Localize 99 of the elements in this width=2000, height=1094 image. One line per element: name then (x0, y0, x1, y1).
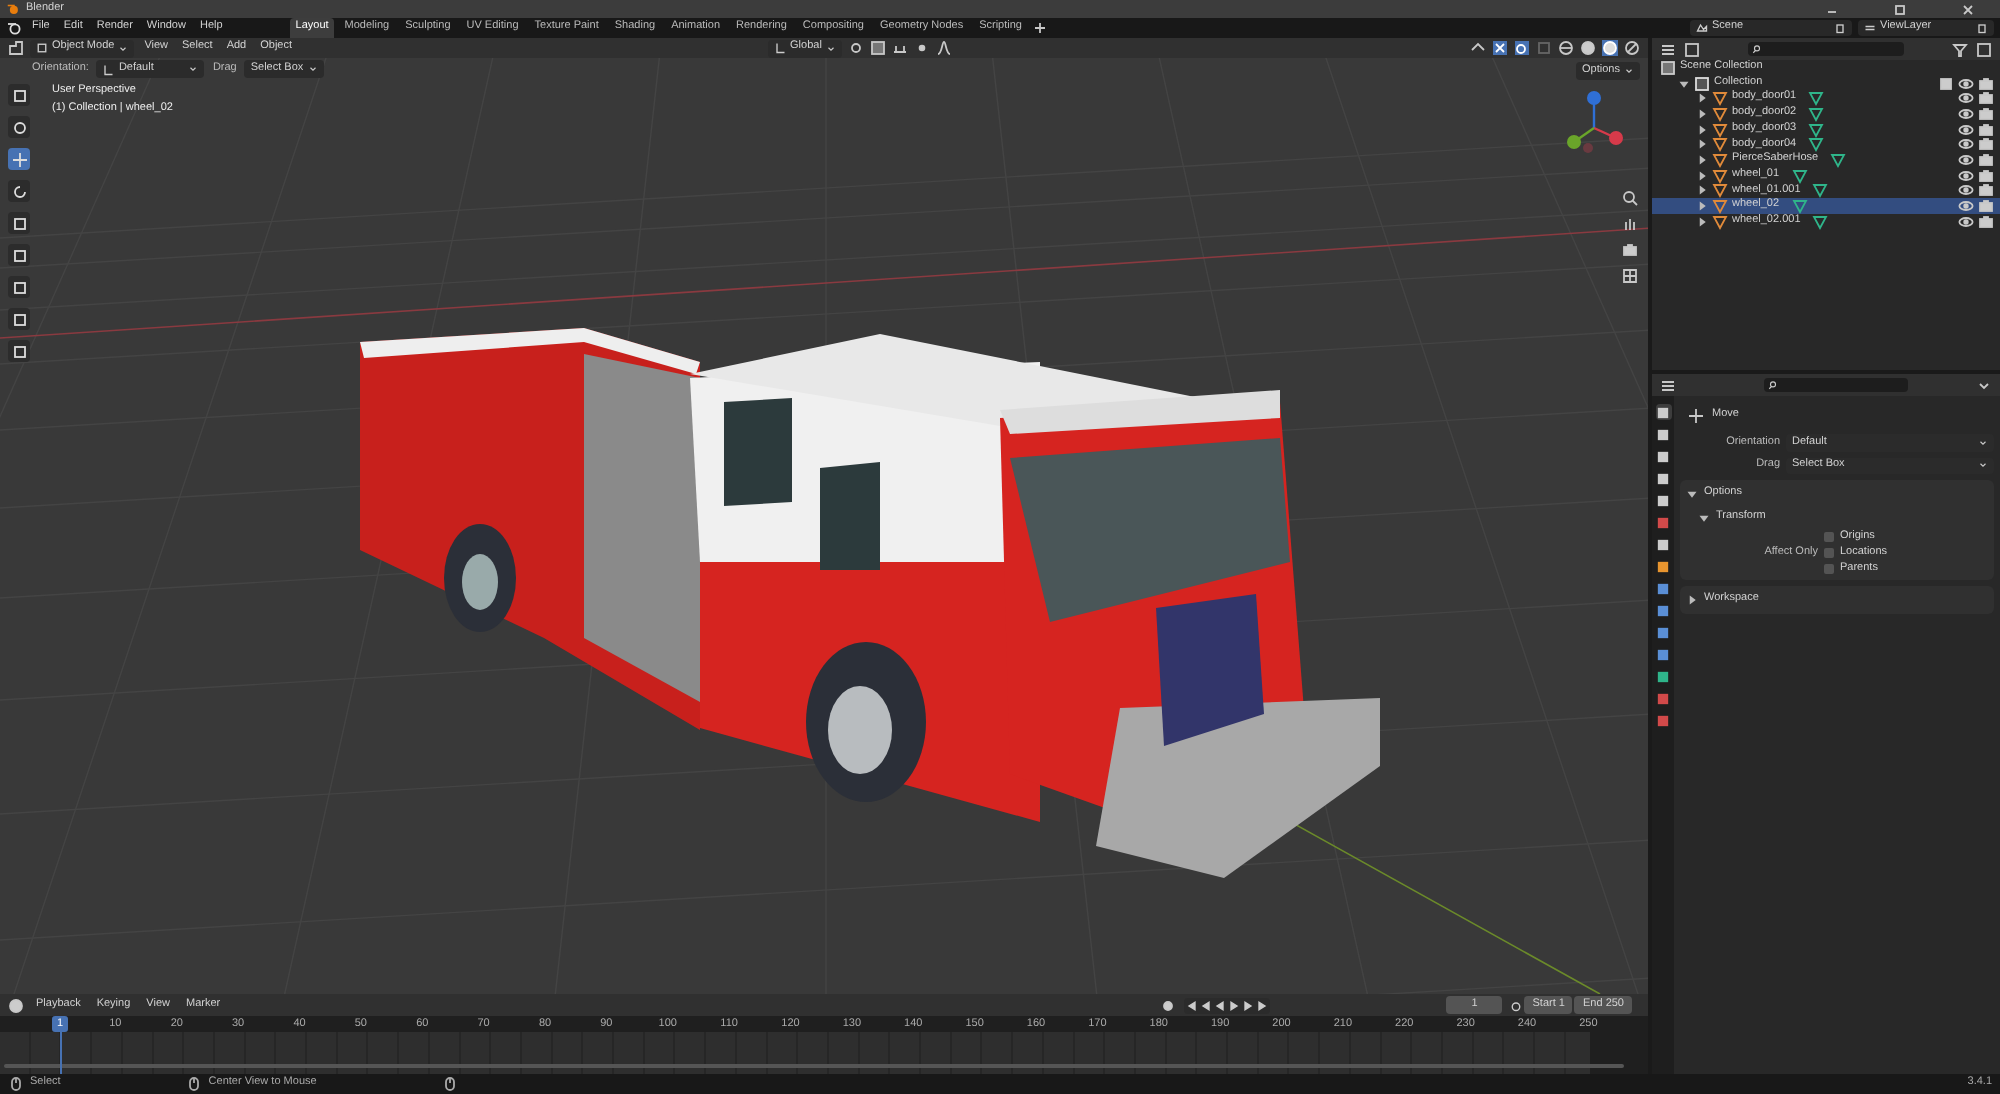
search-field[interactable] (1748, 42, 1904, 56)
eye-icon[interactable] (1958, 90, 1974, 107)
axes-icon (774, 42, 787, 54)
disclosure-arrow-icon[interactable] (1696, 92, 1708, 105)
new-collection-icon[interactable] (1976, 41, 1992, 57)
jump-start-icon[interactable] (1186, 999, 1199, 1011)
move-icon[interactable] (1688, 408, 1704, 424)
cube-icon (36, 42, 48, 54)
overlays-toggle-icon[interactable] (1514, 40, 1530, 56)
filter-view-icon[interactable] (1684, 41, 1700, 57)
eye-icon[interactable] (1958, 198, 1974, 215)
next-keyframe-icon[interactable] (1242, 999, 1255, 1011)
select-box-icon[interactable] (11, 87, 27, 103)
caret-icon (307, 64, 318, 74)
axes-icon (102, 63, 115, 75)
disclosure-arrow-icon[interactable] (1686, 593, 1698, 605)
camera-icon[interactable] (1978, 75, 1994, 92)
eye-icon[interactable] (1958, 167, 1974, 184)
disclosure-arrow-icon[interactable] (1696, 215, 1708, 228)
eye-icon[interactable] (1958, 136, 1974, 153)
editor-type-icon[interactable] (8, 40, 24, 56)
camera-icon[interactable] (1622, 242, 1638, 258)
mouse-icon (186, 1076, 203, 1092)
record-icon[interactable] (1160, 997, 1177, 1013)
blender-logo-icon (6, 2, 20, 16)
caret-icon (118, 43, 129, 53)
play-reverse-icon[interactable] (1214, 999, 1227, 1011)
search-field[interactable] (1764, 378, 1908, 392)
search-icon (1752, 44, 1762, 54)
add-icon[interactable] (1032, 20, 1049, 36)
display-mode-icon[interactable] (1660, 41, 1676, 57)
camera-icon[interactable] (1978, 136, 1994, 153)
grid-icon[interactable] (1622, 268, 1638, 284)
search-icon (1768, 380, 1778, 390)
disclosure-arrow-icon[interactable] (1696, 169, 1708, 182)
stopwatch-icon[interactable] (1510, 999, 1523, 1011)
solid-shading-icon[interactable] (1580, 40, 1596, 56)
snap-target-icon[interactable] (891, 40, 908, 56)
disclosure-arrow-icon[interactable] (1696, 107, 1708, 120)
blender-logo-icon[interactable] (6, 20, 22, 36)
copy-icon (1834, 22, 1846, 34)
cursor-icon[interactable] (11, 119, 27, 135)
playhead-line[interactable] (59, 1032, 61, 1074)
camera-icon[interactable] (1978, 213, 1994, 230)
camera-icon[interactable] (1978, 105, 1994, 122)
close-icon[interactable] (1960, 1, 1976, 17)
caret-icon (1624, 65, 1634, 76)
caret-icon (1978, 437, 1988, 448)
camera-icon[interactable] (1978, 198, 1994, 215)
wireframe-shading-icon[interactable] (1558, 40, 1574, 56)
scene-collection-icon (1660, 59, 1676, 76)
copy-icon (1976, 22, 1988, 34)
checkbox-icon[interactable] (1938, 75, 1954, 92)
scrollbar[interactable] (4, 1064, 1624, 1068)
rotate-icon[interactable] (11, 183, 27, 199)
checkbox[interactable] (1824, 548, 1834, 559)
caret-icon (1978, 460, 1988, 471)
maximize-icon[interactable] (1892, 1, 1908, 17)
filter-icon[interactable] (1952, 41, 1968, 57)
navigation-gizmo-icon[interactable] (1564, 88, 1624, 156)
editor-type-icon[interactable] (1660, 377, 1676, 393)
disclosure-arrow-icon[interactable] (1678, 77, 1690, 90)
caret-icon[interactable] (1976, 377, 1992, 393)
disclosure-arrow-icon[interactable] (1696, 184, 1708, 197)
eye-icon[interactable] (1958, 75, 1974, 92)
checkbox[interactable] (1824, 564, 1834, 575)
checkbox[interactable] (1824, 532, 1834, 543)
eye-icon[interactable] (1958, 182, 1974, 199)
disclosure-arrow-icon[interactable] (1696, 138, 1708, 151)
disclosure-arrow-icon[interactable] (1698, 512, 1710, 524)
play-icon[interactable] (1228, 999, 1241, 1011)
clock-icon[interactable] (8, 997, 24, 1013)
mouse-icon (8, 1076, 24, 1092)
camera-icon[interactable] (1978, 90, 1994, 107)
eye-icon[interactable] (1958, 105, 1974, 122)
mouse-icon (442, 1076, 459, 1092)
eye-icon[interactable] (1958, 121, 1974, 138)
pivot-icon[interactable] (847, 40, 864, 56)
snap-icon[interactable] (869, 40, 886, 56)
camera-icon[interactable] (1978, 167, 1994, 184)
camera-icon[interactable] (1978, 121, 1994, 138)
eye-icon[interactable] (1958, 151, 1974, 168)
falloff-curve-icon[interactable] (935, 40, 952, 56)
rendered-shading-icon[interactable] (1624, 40, 1640, 56)
material-shading-icon[interactable] (1602, 40, 1618, 56)
gizmo-toggle-icon[interactable] (1492, 40, 1508, 56)
visibility-icon[interactable] (1470, 40, 1486, 56)
camera-icon[interactable] (1978, 151, 1994, 168)
layers-icon (1864, 22, 1876, 34)
camera-icon[interactable] (1978, 182, 1994, 199)
caret-icon (825, 43, 836, 53)
zoom-icon[interactable] (1622, 190, 1638, 206)
proportional-icon[interactable] (913, 40, 930, 56)
previous-keyframe-icon[interactable] (1200, 999, 1213, 1011)
disclosure-arrow-icon[interactable] (1686, 488, 1698, 500)
eye-icon[interactable] (1958, 213, 1974, 230)
disclosure-arrow-icon[interactable] (1696, 123, 1708, 136)
jump-end-icon[interactable] (1256, 999, 1269, 1011)
caret-icon (188, 64, 199, 74)
